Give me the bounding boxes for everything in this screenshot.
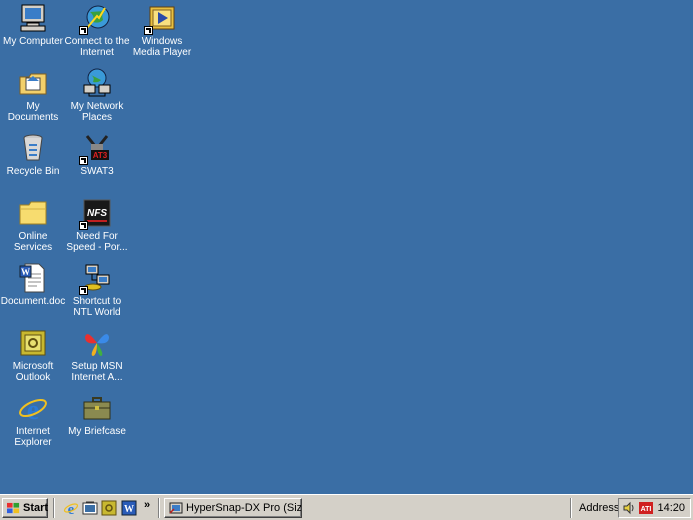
- internet-explorer-icon: e: [17, 392, 49, 424]
- windows-logo-icon: [6, 502, 21, 515]
- desktop-icon-label: Need For Speed - Por...: [66, 231, 128, 253]
- need-for-speed-icon: NFS: [79, 197, 113, 230]
- desktop-icon-internet-explorer[interactable]: e Internet Explorer: [0, 392, 66, 448]
- quicklaunch-more-chevron[interactable]: »: [144, 499, 150, 511]
- desktop-icon-setup-msn[interactable]: Setup MSN Internet A...: [64, 327, 130, 383]
- desktop-icon-my-briefcase[interactable]: My Briefcase: [64, 392, 130, 437]
- desktop-icon-label: SWAT3: [80, 166, 114, 177]
- desktop-icon-label: Document.doc: [0, 296, 66, 307]
- quicklaunch-show-desktop-icon[interactable]: [82, 500, 98, 516]
- desktop-icon-label: Online Services: [13, 231, 53, 253]
- desktop-icon-label: My Documents: [7, 101, 59, 123]
- svg-text:NFS: NFS: [87, 208, 107, 219]
- shortcut-arrow-icon: [79, 286, 88, 295]
- swat3-icon: AT3: [79, 132, 113, 165]
- hypersnap-icon: [169, 501, 183, 515]
- desktop-icon-document-doc[interactable]: W Document.doc: [0, 262, 66, 307]
- svg-text:W: W: [124, 504, 134, 515]
- desktop-icon-my-computer[interactable]: My Computer: [0, 2, 66, 47]
- word-document-icon: W: [17, 262, 49, 294]
- taskbar-separator: [158, 498, 160, 518]
- my-computer-icon: [17, 2, 49, 34]
- media-player-icon: [144, 2, 178, 35]
- desktop-icon-label: Windows Media Player: [132, 36, 192, 58]
- taskbar: Start e W » HyperSnap-DX Pro (Size: ... …: [0, 494, 693, 520]
- volume-speaker-icon[interactable]: [622, 501, 636, 515]
- svg-text:W: W: [21, 267, 30, 277]
- ati-icon[interactable]: ATI: [639, 502, 653, 514]
- quicklaunch-word-icon[interactable]: W: [121, 500, 137, 516]
- desktop-icon-label: Setup MSN Internet A...: [71, 361, 123, 383]
- network-places-icon: [81, 67, 113, 99]
- outlook-icon: [17, 327, 49, 359]
- svg-text:AT3: AT3: [93, 151, 108, 160]
- start-label: Start: [23, 502, 49, 514]
- system-tray: ATI 14:20: [618, 498, 691, 518]
- svg-text:ATI: ATI: [641, 506, 652, 513]
- shortcut-arrow-icon: [79, 156, 88, 165]
- desktop-icon-online-services[interactable]: Online Services: [0, 197, 66, 253]
- desktop-icon-label: My Computer: [2, 36, 63, 47]
- quicklaunch-outlook-icon[interactable]: [101, 500, 117, 516]
- taskbar-separator: [53, 498, 55, 518]
- shortcut-arrow-icon: [79, 26, 88, 35]
- desktop-icon-label: My Briefcase: [68, 426, 126, 437]
- taskbar-separator: [570, 498, 572, 518]
- start-button[interactable]: Start: [2, 498, 48, 518]
- desktop-icon-shortcut-ntl-world[interactable]: Shortcut to NTL World: [64, 262, 130, 318]
- desktop-icon-need-for-speed[interactable]: NFS Need For Speed - Por...: [64, 197, 130, 253]
- connect-internet-icon: [79, 2, 113, 35]
- taskbar-button-label: HyperSnap-DX Pro (Size: ...: [186, 502, 302, 514]
- clock[interactable]: 14:20: [657, 502, 690, 514]
- folder-documents-icon: [17, 67, 49, 99]
- desktop-icon-connect-to-internet[interactable]: Connect to the Internet: [64, 2, 130, 58]
- shortcut-arrow-icon: [144, 26, 153, 35]
- desktop-icon-windows-media-player[interactable]: Windows Media Player: [129, 2, 195, 58]
- folder-icon: [17, 197, 49, 229]
- desktop-icon-my-network-places[interactable]: My Network Places: [64, 67, 130, 123]
- desktop-icon-label: Recycle Bin: [6, 166, 60, 177]
- desktop-icon-label: My Network Places: [70, 101, 124, 123]
- desktop-icon-label: Internet Explorer: [14, 426, 52, 448]
- address-toolbar-label[interactable]: Address: [579, 502, 619, 514]
- desktop-icon-label: Microsoft Outlook: [12, 361, 54, 383]
- recycle-bin-icon: [17, 132, 49, 164]
- desktop: My Computer My Documents Recycle Bin Onl…: [0, 0, 693, 494]
- quicklaunch-internet-explorer-icon[interactable]: e: [63, 500, 79, 516]
- desktop-icon-label: Connect to the Internet: [64, 36, 130, 58]
- shortcut-arrow-icon: [79, 221, 88, 230]
- ntl-world-icon: [79, 262, 113, 295]
- briefcase-icon: [81, 392, 113, 424]
- msn-butterfly-icon: [81, 327, 113, 359]
- desktop-icon-label: Shortcut to NTL World: [72, 296, 122, 318]
- taskbar-button-hypersnap[interactable]: HyperSnap-DX Pro (Size: ...: [164, 498, 302, 518]
- desktop-icon-my-documents[interactable]: My Documents: [0, 67, 66, 123]
- desktop-icon-swat3[interactable]: AT3 SWAT3: [64, 132, 130, 177]
- desktop-icon-microsoft-outlook[interactable]: Microsoft Outlook: [0, 327, 66, 383]
- desktop-icon-recycle-bin[interactable]: Recycle Bin: [0, 132, 66, 177]
